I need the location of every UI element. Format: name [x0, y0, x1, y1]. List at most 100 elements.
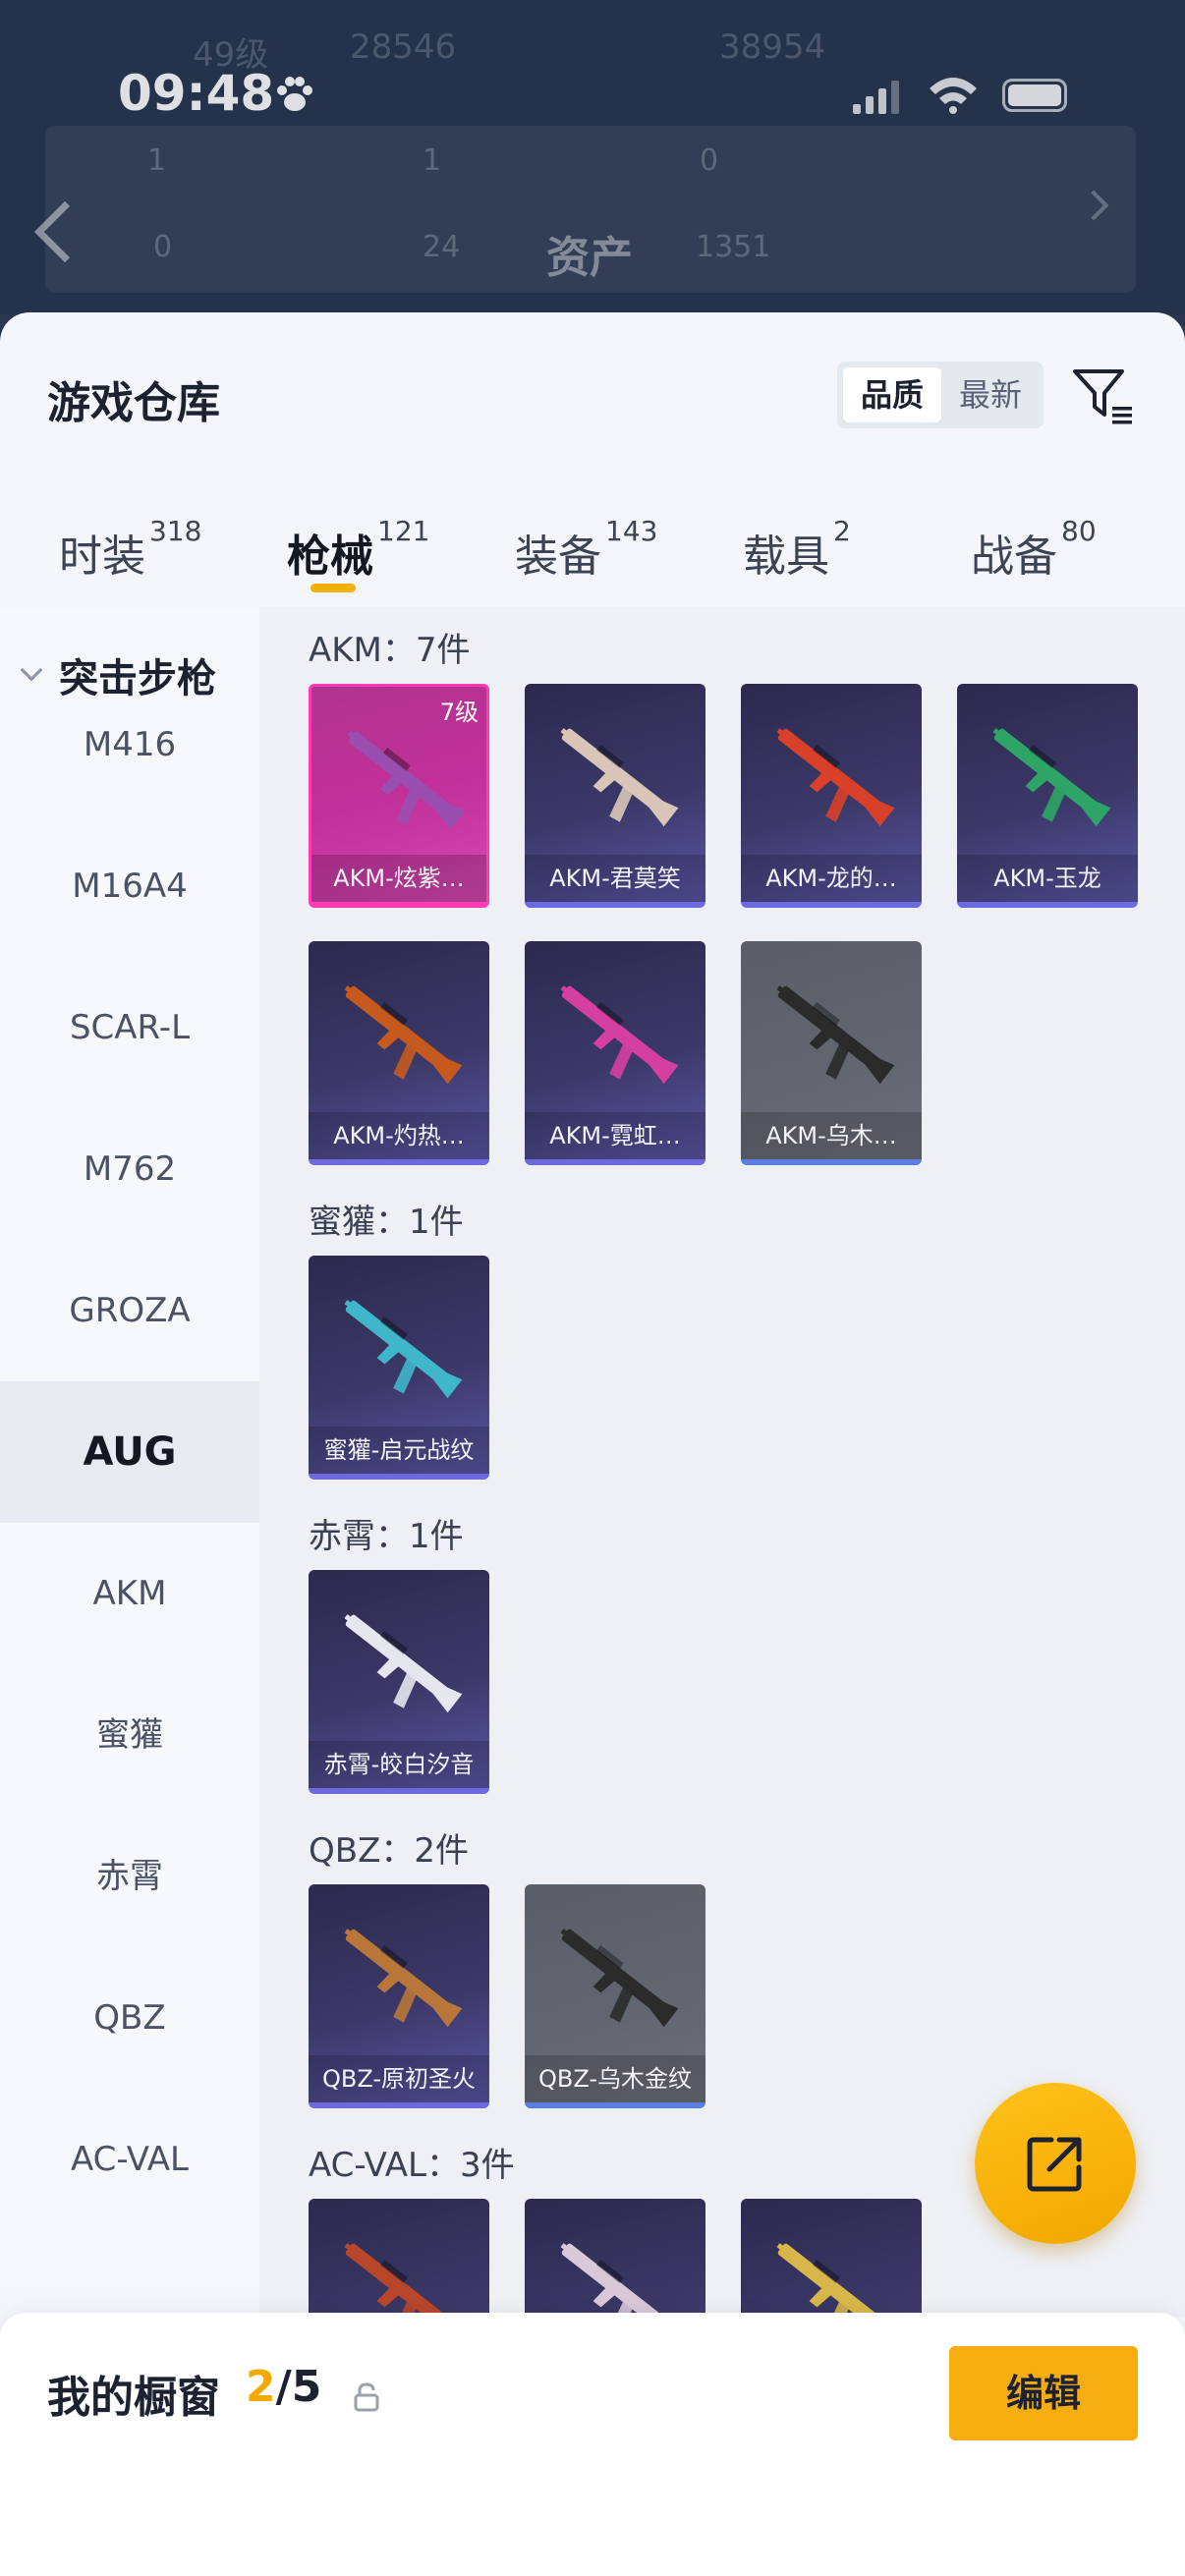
active-tab-indicator	[310, 584, 356, 592]
showcase-count: 2/5	[246, 2362, 321, 2412]
skin-name: AKM-乌木…	[741, 1112, 922, 1159]
rifle-icon	[344, 1614, 463, 1713]
skin-name: AKM-灼热…	[309, 1112, 489, 1159]
showcase-label: 我的橱窗	[47, 2373, 220, 2423]
skin-name: QBZ-原初圣火	[309, 2055, 489, 2102]
background-stat: 1	[423, 143, 442, 178]
category-item[interactable]: AKM	[0, 1523, 259, 1664]
skin-card[interactable]: QBZ-乌木金纹	[525, 1884, 705, 2108]
background-stat: 0	[700, 143, 719, 178]
paw-icon	[277, 77, 312, 111]
tab-firearms[interactable]: 枪械121	[287, 515, 429, 619]
sort-by-quality[interactable]: 品质	[843, 367, 941, 422]
edit-button[interactable]: 编辑	[949, 2346, 1138, 2440]
rifle-icon	[560, 2243, 679, 2317]
filter-icon[interactable]	[1069, 362, 1136, 428]
skin-card[interactable]: AKM-灼热…	[309, 941, 489, 1165]
tab-count: 143	[605, 515, 658, 547]
category-tabs: 时装318 枪械121 装备143 载具2 战备80	[0, 495, 1185, 603]
rifle-icon	[776, 728, 895, 827]
tab-count: 80	[1061, 515, 1097, 547]
level-badge: 7级	[439, 699, 479, 726]
category-item[interactable]: AC-VAL	[0, 2089, 259, 2230]
tab-outfits[interactable]: 时装318	[59, 515, 201, 619]
skin-card[interactable]: AKM-霓虹…	[525, 941, 705, 1165]
tab-label: 载具	[743, 532, 829, 582]
rifle-icon	[560, 1929, 679, 2028]
skin-card[interactable]: QBZ-原初圣火	[309, 1884, 489, 2108]
tab-label: 时装	[59, 532, 145, 582]
skin-name: AKM-炫紫…	[311, 855, 486, 902]
background-stat: 0	[153, 230, 173, 264]
skin-name: 赤霄-皎白汐音	[309, 1741, 489, 1788]
rifle-icon	[344, 1929, 463, 2028]
background-stat: 1	[147, 143, 167, 178]
section-title: 蜜獾：1件	[309, 1203, 464, 1242]
skin-card[interactable]: AKM-君莫笑	[525, 684, 705, 908]
section-title: AKM：7件	[309, 631, 471, 670]
background-page-title: 资产	[546, 233, 633, 283]
cellular-signal-icon	[853, 81, 899, 114]
skin-card[interactable]	[741, 2199, 922, 2317]
rifle-icon	[992, 728, 1111, 827]
category-item[interactable]: QBZ	[0, 1947, 259, 2089]
battery-icon	[1002, 79, 1067, 112]
category-item[interactable]: M416	[0, 674, 259, 815]
category-item[interactable]: M762	[0, 1098, 259, 1240]
skin-card[interactable]: AKM-玉龙	[957, 684, 1138, 908]
skin-name: AKM-霓虹…	[525, 1112, 705, 1159]
skin-name: AKM-君莫笑	[525, 855, 705, 902]
background-stat: 1351	[696, 230, 771, 264]
rifle-icon	[344, 2243, 463, 2317]
sheet-title: 游戏仓库	[47, 378, 220, 428]
background-stat: 24	[423, 230, 461, 264]
weapon-category-list: 突击步枪 M416 M16A4 SCAR-L M762 GROZA AUG AKM 蜜獾 赤霄 Q…	[0, 607, 259, 2287]
skin-card[interactable]: AKM-乌木…	[741, 941, 922, 1165]
tab-label: 枪械	[287, 532, 373, 582]
skin-name: 蜜獾-启元战纹	[309, 1427, 489, 1474]
skin-card[interactable]: 赤霄-皎白汐音	[309, 1570, 489, 1794]
section-title: QBZ：2件	[309, 1831, 470, 1871]
category-item[interactable]: AUG	[0, 1381, 259, 1523]
rifle-icon	[344, 985, 463, 1085]
tab-label: 装备	[515, 532, 601, 582]
background-stat-b: 38954	[719, 28, 826, 67]
tab-supplies[interactable]: 战备80	[971, 515, 1097, 619]
skin-card[interactable]: AKM-龙的…	[741, 684, 922, 908]
status-time: 09:48	[118, 65, 275, 122]
skin-name: AKM-龙的…	[741, 855, 922, 902]
warehouse-sheet: 游戏仓库 品质 最新 时装318 枪械121 装备143 载具2 战备80 突击	[0, 312, 1185, 2576]
category-item[interactable]: SCAR-L	[0, 957, 259, 1098]
category-item[interactable]: M16A4	[0, 815, 259, 957]
tab-count: 318	[149, 515, 202, 547]
skin-card[interactable]: 蜜獾-启元战纹	[309, 1256, 489, 1480]
skin-name: AKM-玉龙	[957, 855, 1138, 902]
tab-label: 战备	[971, 532, 1057, 582]
background-stat-a: 28546	[350, 28, 457, 67]
showcase-bar: 我的橱窗 2/5 编辑	[0, 2313, 1185, 2576]
share-button[interactable]	[975, 2083, 1136, 2244]
showcase-current: 2	[246, 2362, 276, 2412]
section-title: AC-VAL：3件	[309, 2146, 515, 2185]
rifle-icon	[344, 1300, 463, 1399]
category-item[interactable]: GROZA	[0, 1240, 259, 1381]
tab-count: 2	[833, 515, 851, 547]
rifle-icon	[347, 731, 466, 830]
share-icon	[1027, 2137, 1082, 2192]
background-page-header: 49级 28546 38954 1 1 0 0 24 1351 资产 09:48	[0, 0, 1185, 314]
skin-card[interactable]	[525, 2199, 705, 2317]
rifle-icon	[560, 985, 679, 1085]
sort-toggle: 品质 最新	[837, 362, 1044, 428]
rifle-icon	[776, 2243, 895, 2317]
lock-icon	[354, 2382, 379, 2412]
weapon-skin-grid: AKM：7件 7级 AKM-炫紫… AKM-君莫笑 AKM-龙的… AKM-玉龙 AKM-灼…	[259, 607, 1185, 2317]
tab-count: 121	[377, 515, 430, 547]
sort-by-newest[interactable]: 最新	[941, 367, 1040, 422]
skin-card[interactable]: 7级 AKM-炫紫…	[309, 684, 489, 908]
category-item[interactable]: 赤霄	[0, 1806, 259, 1947]
tab-equipment[interactable]: 装备143	[515, 515, 657, 619]
showcase-total: /5	[275, 2362, 322, 2412]
tab-vehicles[interactable]: 载具2	[743, 515, 851, 619]
skin-card[interactable]	[309, 2199, 489, 2317]
category-item[interactable]: 蜜獾	[0, 1664, 259, 1806]
